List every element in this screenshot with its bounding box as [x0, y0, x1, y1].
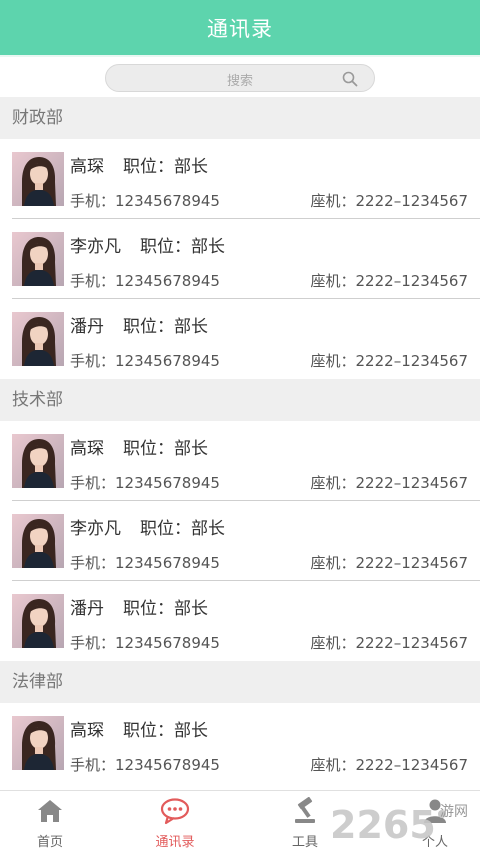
contact-landline[interactable]: 座机：2222–1234567 — [311, 754, 468, 775]
svg-text:游网: 游网 — [440, 804, 468, 820]
avatar — [12, 594, 64, 648]
section-header: 财政部 — [0, 97, 480, 139]
contact-position: 职位：部长 — [123, 721, 208, 741]
section-header: 技术部 — [0, 379, 480, 421]
contact-mobile[interactable]: 手机：12345678945 — [70, 350, 220, 371]
contact-position: 职位：部长 — [123, 157, 208, 177]
contact-row[interactable]: 高琛 职位：部长手机：12345678945 座机：2222–1234567 — [0, 139, 480, 219]
avatar — [12, 716, 64, 770]
avatar — [12, 514, 64, 568]
chat-icon — [160, 798, 190, 825]
watermark-logo: 2265 游网 — [330, 803, 468, 847]
contact-name: 高琛 — [70, 439, 104, 459]
tab-contacts-label: 通讯录 — [155, 835, 195, 850]
contact-mobile[interactable]: 手机：12345678945 — [70, 190, 220, 211]
tab-home[interactable]: 首页 — [0, 791, 100, 853]
search-input[interactable]: 搜索 — [105, 64, 375, 92]
contact-landline[interactable]: 座机：2222–1234567 — [311, 632, 468, 653]
contact-row[interactable]: 李亦凡 职位：部长手机：12345678945 座机：2222–1234567 — [0, 219, 480, 299]
contact-landline[interactable]: 座机：2222–1234567 — [311, 270, 468, 291]
contact-row[interactable]: 潘丹 职位：部长手机：12345678945 座机：2222–1234567 — [0, 299, 480, 379]
search-icon[interactable] — [342, 71, 358, 87]
contact-mobile[interactable]: 手机：12345678945 — [70, 270, 220, 291]
contact-list: 财政部 高琛 职位：部长 手机：12345678945 座机：2222–1234567… — [0, 97, 480, 783]
contact-position: 职位：部长 — [123, 439, 208, 459]
tab-home-label: 首页 — [36, 835, 63, 850]
svg-text:2265: 2265 — [330, 803, 436, 847]
contact-mobile[interactable]: 手机：12345678945 — [70, 632, 220, 653]
contact-landline[interactable]: 座机：2222–1234567 — [311, 190, 468, 211]
contact-name: 潘丹 — [70, 317, 104, 337]
home-icon — [38, 800, 62, 822]
contact-name: 李亦凡 — [70, 237, 121, 257]
contact-mobile[interactable]: 手机：12345678945 — [70, 754, 220, 775]
avatar — [12, 434, 64, 488]
contact-name: 潘丹 — [70, 599, 104, 619]
page-title: 通讯录 — [207, 16, 273, 41]
contact-position: 职位：部长 — [123, 317, 208, 337]
contact-landline[interactable]: 座机：2222–1234567 — [311, 472, 468, 493]
contact-row[interactable]: 高琛 职位：部长手机：12345678945 座机：2222–1234567 — [0, 703, 480, 783]
contact-name: 高琛 — [70, 157, 104, 177]
contact-row[interactable]: 李亦凡 职位：部长手机：12345678945 座机：2222–1234567 — [0, 501, 480, 581]
search-placeholder: 搜索 — [226, 74, 253, 89]
tools-icon — [295, 797, 315, 823]
tab-contacts[interactable]: 通讯录 — [125, 791, 225, 853]
contact-mobile[interactable]: 手机：12345678945 — [70, 552, 220, 573]
contact-name: 李亦凡 — [70, 519, 121, 539]
contact-position: 职位：部长 — [123, 599, 208, 619]
contact-landline[interactable]: 座机：2222–1234567 — [311, 552, 468, 573]
avatar — [12, 232, 64, 286]
app-header: 通讯录 — [0, 0, 480, 55]
contact-landline[interactable]: 座机：2222–1234567 — [311, 350, 468, 371]
contact-name: 高琛 — [70, 721, 104, 741]
contact-position: 职位：部长 — [140, 519, 225, 539]
contact-row[interactable]: 潘丹 职位：部长手机：12345678945 座机：2222–1234567 — [0, 581, 480, 661]
avatar — [12, 312, 64, 366]
section-header: 法律部 — [0, 661, 480, 703]
contact-row[interactable]: 高琛 职位：部长手机：12345678945 座机：2222–1234567 — [0, 421, 480, 501]
contact-mobile[interactable]: 手机：12345678945 — [70, 472, 220, 493]
avatar — [12, 152, 64, 206]
search-bar: 搜索 — [0, 55, 480, 97]
contact-position: 职位：部长 — [140, 237, 225, 257]
